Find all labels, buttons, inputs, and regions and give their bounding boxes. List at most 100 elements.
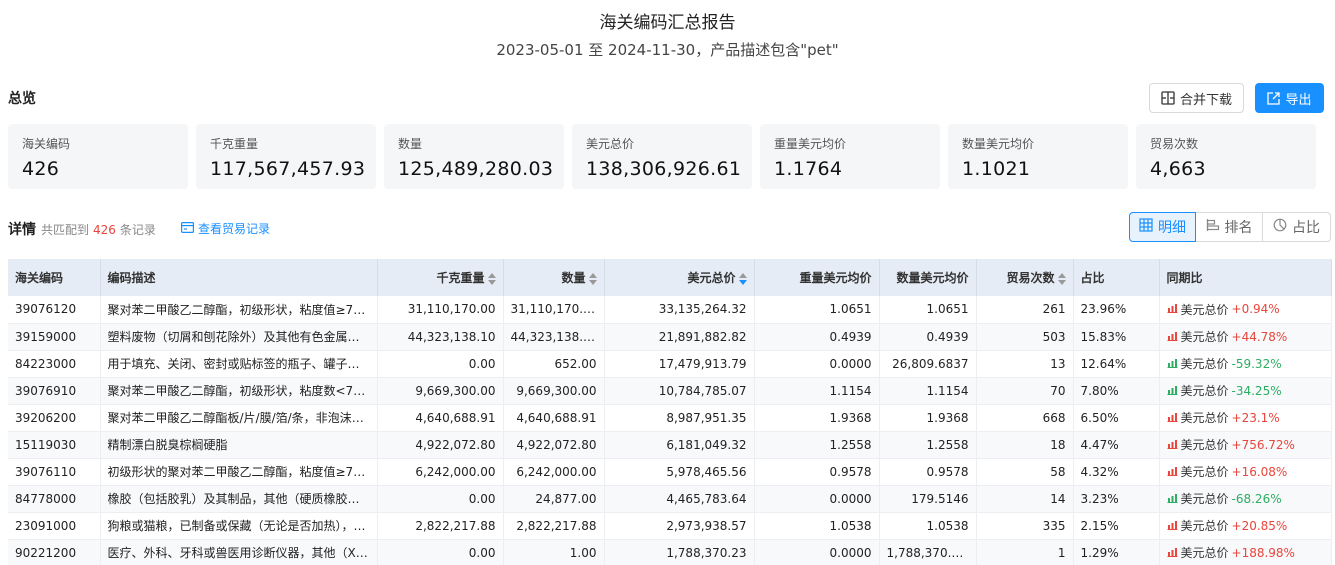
cell-weight: 0.00 — [377, 350, 504, 378]
yoy-indicator: 美元总价 +23.1% — [1167, 409, 1280, 426]
cell-quantity: 652.00 — [503, 350, 605, 378]
cell-hs-code: 39206200 — [8, 404, 101, 432]
cell-usd-total: 4,465,783.64 — [604, 485, 755, 513]
stat-value: 1.1764 — [774, 158, 843, 180]
cell-description: 狗粮或猫粮，已制备或保藏（无论是否加热），供... — [100, 512, 378, 540]
view-toggle-share[interactable]: 占比 — [1263, 212, 1331, 242]
table-row[interactable]: 39206200 聚对苯二甲酸乙二醇酯板/片/膜/箔/条，非泡沫状。 4,640,6… — [8, 404, 1332, 432]
table-row[interactable]: 39076110 初级形状的聚对苯二甲酸乙二醇酯，粘度值≥78 ml... 6,24… — [8, 458, 1332, 486]
cell-quantity: 44,323,138.10 — [503, 323, 605, 351]
col-header-trade-count[interactable]: 贸易次数 — [976, 259, 1074, 296]
cell-quantity-avg: 1.2558 — [879, 431, 977, 459]
yoy-value: -59.32% — [1231, 356, 1282, 371]
stat-card-trade-count: 贸易次数 4,663 — [1136, 124, 1316, 189]
table-header-row: 海关编码 编码描述 千克重量 数量 美元总价 重量美元均价 数量美元均价 贸易次… — [8, 259, 1332, 296]
sort-icon — [588, 272, 597, 285]
table-row[interactable]: 84778000 橡胶（包括胶乳）及其制品，其他（硬质橡胶以外... 0.00 24,… — [8, 485, 1332, 513]
table-row[interactable]: 39159000 塑料废物（切屑和刨花除外）及其他有色金属废物... 44,323,… — [8, 323, 1332, 351]
merge-download-button[interactable]: 合并下载 — [1149, 83, 1244, 113]
trend-up-chart-icon — [1167, 438, 1178, 452]
yoy-value: +16.08% — [1231, 464, 1288, 479]
stat-card-usd-total: 美元总价 138,306,926.61 — [572, 124, 752, 189]
cell-weight: 31,110,170.00 — [377, 296, 504, 324]
stat-label: 数量 — [398, 137, 423, 151]
rank-bars-icon — [1206, 218, 1220, 236]
cell-weight-avg: 1.1154 — [754, 377, 880, 405]
cell-usd-total: 5,978,465.56 — [604, 458, 755, 486]
cell-usd-total: 21,891,882.82 — [604, 323, 755, 351]
view-trade-label: 查看贸易记录 — [198, 222, 271, 236]
view-trade-records-link[interactable]: 查看贸易记录 — [181, 220, 270, 237]
cell-weight: 4,922,072.80 — [377, 431, 504, 459]
cell-weight-avg: 1.2558 — [754, 431, 880, 459]
table-row[interactable]: 15119030 精制漂白脱臭棕榈硬脂 4,922,072.80 4,922,072.… — [8, 431, 1332, 459]
cell-trade-count: 58 — [976, 458, 1074, 486]
cell-description: 塑料废物（切屑和刨花除外）及其他有色金属废物... — [100, 323, 378, 351]
sort-icon — [487, 272, 496, 285]
cell-weight-avg: 0.0000 — [754, 485, 880, 513]
stat-label: 美元总价 — [586, 137, 635, 151]
trend-down-chart-icon — [1167, 492, 1178, 506]
stat-value: 125,489,280.03 — [398, 158, 554, 180]
table-body: 39076120 聚对苯二甲酸乙二醇酯，初级形状，粘度值≥78 M... 31,11… — [8, 296, 1332, 565]
yoy-indicator: 美元总价 +756.72% — [1167, 436, 1295, 453]
cell-trade-count: 70 — [976, 377, 1074, 405]
view-share-label: 占比 — [1292, 220, 1320, 236]
cell-weight: 2,822,217.88 — [377, 512, 504, 540]
cell-usd-total: 10,784,785.07 — [604, 377, 755, 405]
export-button[interactable]: 导出 — [1255, 83, 1324, 113]
yoy-label: 美元总价 — [1180, 411, 1229, 425]
stat-label: 海关编码 — [22, 137, 71, 151]
trend-up-chart-icon — [1167, 465, 1178, 479]
cell-weight-avg: 0.9578 — [754, 458, 880, 486]
cell-trade-count: 18 — [976, 431, 1074, 459]
col-header-quantity[interactable]: 数量 — [503, 259, 605, 296]
cell-hs-code: 15119030 — [8, 431, 101, 459]
stat-value: 138,306,926.61 — [586, 158, 742, 180]
trend-up-chart-icon — [1167, 519, 1178, 533]
cell-description: 聚对苯二甲酸乙二醇酯，初级形状，粘度值≥78 M... — [100, 296, 378, 324]
cell-quantity: 4,640,688.91 — [503, 404, 605, 432]
cell-quantity: 2,822,217.88 — [503, 512, 605, 540]
cell-trade-count: 335 — [976, 512, 1074, 540]
cell-weight: 4,640,688.91 — [377, 404, 504, 432]
cell-share: 4.47% — [1073, 431, 1160, 459]
stat-card-hs-code: 海关编码 426 — [8, 124, 188, 189]
table-row[interactable]: 23091000 狗粮或猫粮，已制备或保藏（无论是否加热），供... 2,822,2… — [8, 512, 1332, 540]
merge-download-label: 合并下载 — [1179, 92, 1232, 108]
cell-description: 医疗、外科、牙科或兽医用诊断仪器，其他（X射... — [100, 539, 378, 565]
yoy-value: -34.25% — [1231, 383, 1282, 398]
cell-hs-code: 39076910 — [8, 377, 101, 405]
cell-quantity-avg: 1.9368 — [879, 404, 977, 432]
cell-quantity: 1.00 — [503, 539, 605, 565]
col-header-share: 占比 — [1073, 259, 1160, 296]
cell-quantity: 6,242,000.00 — [503, 458, 605, 486]
col-header-usd-total[interactable]: 美元总价 — [604, 259, 755, 296]
cell-yoy: 美元总价 -59.32% — [1159, 350, 1332, 378]
table-row[interactable]: 39076120 聚对苯二甲酸乙二醇酯，初级形状，粘度值≥78 M... 31,11… — [8, 296, 1332, 324]
table-row[interactable]: 39076910 聚对苯二甲酸乙二醇酯，初级形状，粘度数<78ML... 9,669… — [8, 377, 1332, 405]
stat-label: 千克重量 — [210, 137, 259, 151]
match-suffix: 条记录 — [119, 223, 156, 237]
table-row[interactable]: 84223000 用于填充、关闭、密封或贴标签的瓶子、罐子、盒... 0.00 652… — [8, 350, 1332, 378]
cell-hs-code: 84778000 — [8, 485, 101, 513]
cell-weight: 0.00 — [377, 485, 504, 513]
view-toggle-rank[interactable]: 排名 — [1196, 212, 1263, 242]
table-row[interactable]: 90221200 医疗、外科、牙科或兽医用诊断仪器，其他（X射... 0.00 1.0… — [8, 539, 1332, 565]
cell-yoy: 美元总价 +188.98% — [1159, 539, 1332, 565]
stat-card-quantity: 数量 125,489,280.03 — [384, 124, 564, 189]
view-toggle-detail[interactable]: 明细 — [1129, 212, 1196, 242]
stat-value: 117,567,457.93 — [210, 158, 366, 180]
col-header-weight[interactable]: 千克重量 — [377, 259, 504, 296]
stat-value: 4,663 — [1150, 158, 1206, 180]
cell-weight-avg: 0.0000 — [754, 350, 880, 378]
cell-weight-avg: 0.4939 — [754, 323, 880, 351]
cell-description: 精制漂白脱臭棕榈硬脂 — [100, 431, 378, 459]
cell-share: 1.29% — [1073, 539, 1160, 565]
trend-up-chart-icon — [1167, 546, 1178, 560]
stat-card-weight-avg: 重量美元均价 1.1764 — [760, 124, 940, 189]
cell-description: 聚对苯二甲酸乙二醇酯板/片/膜/箔/条，非泡沫状。 — [100, 404, 378, 432]
yoy-label: 美元总价 — [1180, 357, 1229, 371]
pie-chart-icon — [1273, 218, 1287, 236]
cell-description: 初级形状的聚对苯二甲酸乙二醇酯，粘度值≥78 ml... — [100, 458, 378, 486]
